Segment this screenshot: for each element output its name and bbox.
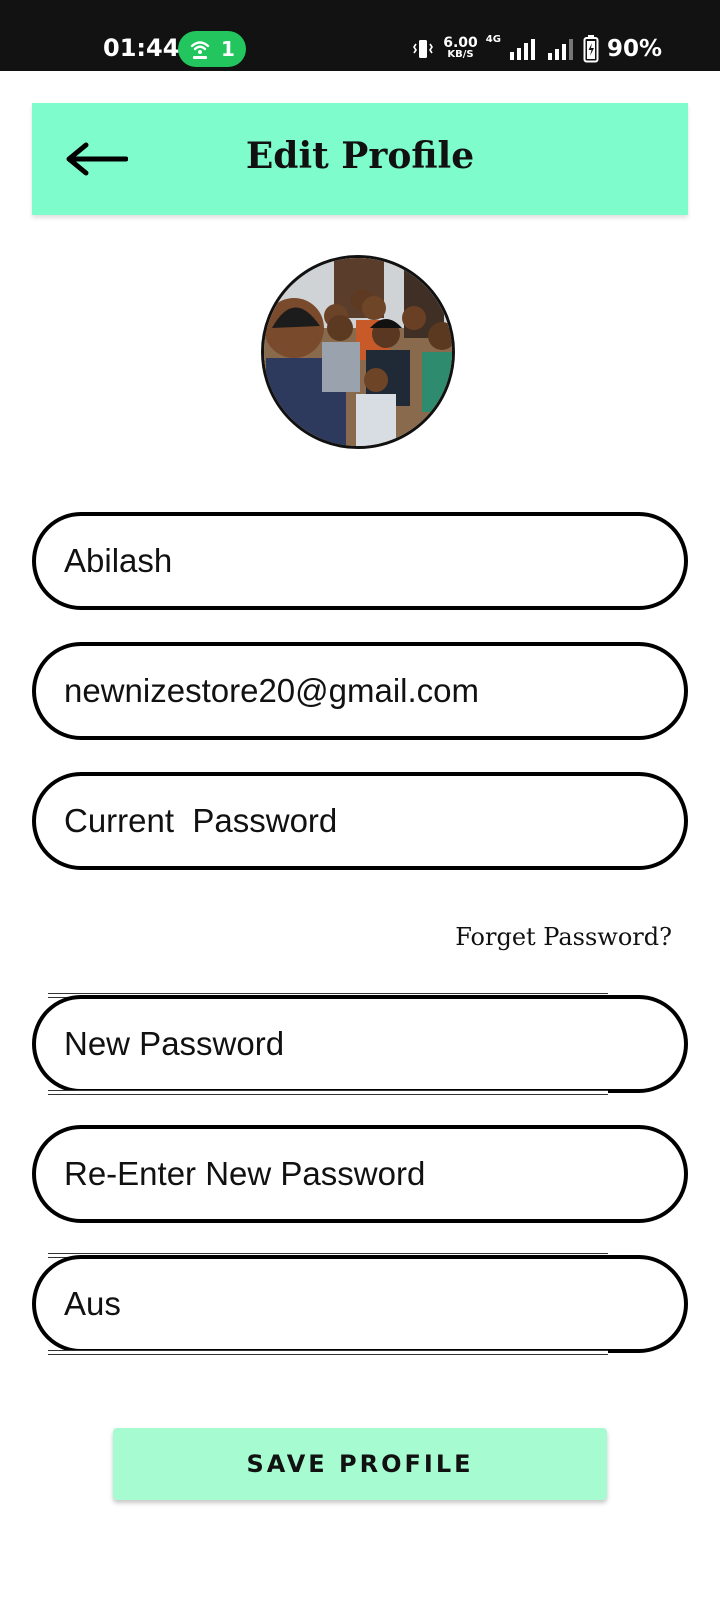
battery-icon: [583, 35, 599, 63]
network-type: 4G: [485, 34, 501, 45]
profile-avatar[interactable]: [261, 255, 455, 449]
speed-value: 6.00: [443, 35, 478, 51]
country-input[interactable]: [64, 1259, 654, 1349]
hotspot-icon: [190, 41, 210, 59]
save-profile-button[interactable]: SAVE PROFILE: [113, 1428, 607, 1500]
field-divider: [48, 1350, 608, 1355]
vibrate-icon: [413, 40, 434, 58]
email-field[interactable]: [32, 642, 688, 740]
current-password-input[interactable]: [64, 776, 654, 866]
email-input[interactable]: [64, 646, 654, 736]
speed-unit: KB/S: [447, 49, 474, 60]
field-divider: [48, 1090, 608, 1095]
country-field[interactable]: [32, 1255, 688, 1353]
current-password-field[interactable]: [32, 772, 688, 870]
app-bar: Edit Profile: [32, 103, 688, 215]
avatar-photo: [264, 258, 452, 446]
reenter-password-field[interactable]: [32, 1125, 688, 1223]
forget-password-link[interactable]: Forget Password?: [455, 923, 672, 951]
signal-icon: [509, 39, 535, 60]
reenter-password-input[interactable]: [64, 1129, 654, 1219]
hotspot-count: 1: [221, 37, 235, 61]
signal-icon-secondary: [547, 39, 573, 60]
status-time: 01:44: [103, 34, 180, 62]
new-password-input[interactable]: [64, 999, 654, 1089]
name-input[interactable]: [64, 516, 654, 606]
status-icons: 6.00 KB/S 4G 90%: [411, 34, 662, 64]
page-title: Edit Profile: [245, 135, 475, 177]
battery-percentage: 90%: [606, 36, 662, 62]
status-bar: 01:44 1 6.00 KB/S 4G 90%: [0, 0, 720, 71]
hotspot-indicator: 1: [178, 31, 246, 67]
name-field[interactable]: [32, 512, 688, 610]
new-password-field[interactable]: [32, 995, 688, 1093]
network-speed: 6.00 KB/S: [443, 35, 478, 61]
